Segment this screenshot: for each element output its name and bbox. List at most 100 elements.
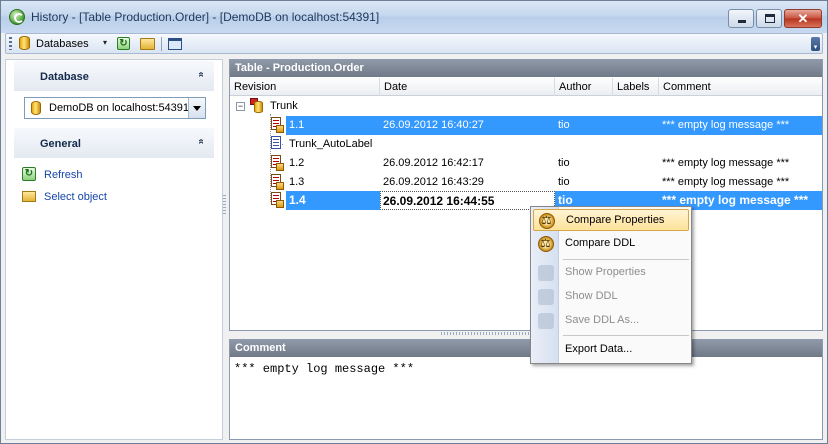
title-bar[interactable]: History - [Table Production.Order] - [De… — [1, 1, 827, 33]
refresh-link-label[interactable]: Refresh — [44, 169, 83, 181]
revision-icon — [268, 174, 284, 190]
revision-cell: Trunk — [270, 100, 298, 112]
column-header-revision[interactable]: Revision — [230, 78, 380, 96]
menu-item-show-ddl: Show DDL — [533, 286, 689, 308]
table-row[interactable]: 1.2 26.09.2012 16:42:17 tio *** empty lo… — [230, 154, 822, 173]
menu-item-label: Export Data... — [565, 343, 633, 355]
author-cell: tio — [558, 193, 573, 207]
properties-icon — [538, 265, 554, 281]
table-row[interactable]: 26.09.2012 16:44:55 1.4 tio *** empty lo… — [230, 191, 822, 210]
refresh-icon: ↻ — [117, 37, 130, 50]
history-window: History - [Table Production.Order] - [De… — [0, 0, 828, 444]
menu-separator — [563, 335, 689, 336]
tree-row-trunk[interactable]: − Trunk — [230, 97, 822, 116]
refresh-icon: ↻ — [22, 167, 36, 181]
date-cell: 26.09.2012 16:43:29 — [383, 176, 484, 188]
trunk-icon — [249, 98, 265, 114]
database-icon — [19, 36, 31, 51]
menu-item-compare-ddl[interactable]: Compare DDL — [533, 233, 689, 255]
toolbar-overflow-button[interactable]: ▾ — [811, 37, 820, 51]
comment-cell: *** empty log message *** — [662, 119, 790, 131]
comment-cell: *** empty log message *** — [662, 176, 790, 188]
revision-cell: 1.4 — [289, 193, 306, 207]
menu-item-export-data[interactable]: Export Data... — [533, 339, 689, 361]
menu-item-label: Compare DDL — [565, 237, 636, 249]
vertical-splitter[interactable] — [223, 195, 226, 215]
column-header-author[interactable]: Author — [555, 78, 613, 96]
date-cell: 26.09.2012 16:40:27 — [383, 119, 484, 131]
author-cell: tio — [558, 119, 570, 131]
database-icon — [31, 101, 41, 115]
revision-icon — [268, 192, 284, 208]
toolbar: Databases ▾ ↻ ▾ — [5, 33, 823, 54]
menu-item-label: Show Properties — [565, 266, 646, 278]
label-icon — [268, 136, 284, 152]
database-select[interactable]: DemoDB on localhost:54391 — [24, 97, 206, 119]
minimize-icon — [738, 20, 746, 23]
revision-cell: 1.3 — [289, 176, 305, 188]
history-table-panel: Table - Production.Order Revision Date A… — [229, 59, 823, 331]
collapse-tree-icon[interactable]: − — [236, 102, 245, 111]
maximize-icon — [765, 14, 775, 23]
databases-menu-button[interactable]: Databases — [36, 38, 89, 50]
select-object-link-label[interactable]: Select object — [44, 191, 107, 203]
table-panel-title: Table - Production.Order — [230, 60, 822, 77]
folder-open-icon — [140, 38, 155, 50]
tree-row-label[interactable]: Trunk_AutoLabel — [230, 135, 822, 154]
general-section-header[interactable]: General » — [14, 128, 214, 158]
revision-cell: Trunk_AutoLabel — [289, 138, 373, 150]
table-row[interactable]: 1.3 26.09.2012 16:43:29 tio *** empty lo… — [230, 173, 822, 192]
context-menu: Compare Properties Compare DDL Show Prop… — [530, 206, 692, 364]
general-section-label: General — [40, 138, 81, 150]
ddl-icon — [538, 289, 554, 305]
toolbar-grip[interactable] — [9, 37, 12, 50]
comment-panel: Comment *** empty log message *** — [229, 339, 823, 440]
focused-cell[interactable]: 26.09.2012 16:44:55 — [380, 191, 555, 210]
chevron-down-icon[interactable]: ▾ — [103, 38, 107, 47]
revision-cell: 1.1 — [289, 119, 305, 131]
column-header-comment[interactable]: Comment — [659, 78, 823, 96]
history-app-icon — [9, 9, 25, 25]
comment-panel-title: Comment — [230, 340, 822, 357]
revision-icon — [268, 117, 284, 133]
save-icon — [538, 313, 554, 329]
toolbar-separator — [161, 37, 162, 51]
date-cell: 26.09.2012 16:42:17 — [383, 157, 484, 169]
window-icon — [168, 38, 182, 50]
maximize-button[interactable] — [756, 9, 782, 28]
date-cell: 26.09.2012 16:44:55 — [383, 194, 495, 208]
minimize-button[interactable] — [728, 9, 754, 28]
column-header-date[interactable]: Date — [380, 78, 555, 96]
window-list-toolbar-button[interactable] — [168, 36, 185, 52]
database-select-value: DemoDB on localhost:54391 — [49, 102, 190, 114]
comment-text[interactable]: *** empty log message *** — [234, 362, 414, 376]
navigation-panel: Database » DemoDB on localhost:54391 Gen… — [5, 59, 223, 440]
menu-item-show-properties: Show Properties — [533, 262, 689, 284]
author-cell: tio — [558, 176, 570, 188]
menu-item-label: Save DDL As... — [565, 314, 640, 326]
author-cell: tio — [558, 157, 570, 169]
menu-item-label: Compare Properties — [566, 214, 665, 226]
database-section-header[interactable]: Database » — [14, 61, 214, 91]
folder-open-icon — [22, 191, 36, 202]
close-icon: ✕ — [797, 11, 809, 26]
comment-cell: *** empty log message *** — [662, 193, 809, 207]
revision-cell: 1.2 — [289, 157, 305, 169]
grid-header: Revision Date Author Labels Comment — [230, 78, 822, 96]
collapse-chevron-icon[interactable]: » — [196, 72, 207, 78]
dropdown-arrow-icon[interactable] — [188, 98, 205, 118]
close-button[interactable]: ✕ — [784, 9, 822, 28]
table-row[interactable]: 1.1 26.09.2012 16:40:27 tio *** empty lo… — [230, 116, 822, 135]
menu-item-save-ddl-as: Save DDL As... — [533, 310, 689, 332]
refresh-toolbar-button[interactable]: ↻ — [116, 36, 133, 52]
menu-item-compare-properties[interactable]: Compare Properties — [533, 209, 689, 231]
column-header-labels[interactable]: Labels — [613, 78, 659, 96]
collapse-chevron-icon[interactable]: » — [196, 139, 207, 145]
horizontal-splitter[interactable] — [441, 332, 533, 335]
select-object-toolbar-button[interactable] — [140, 36, 157, 52]
comment-cell: *** empty log message *** — [662, 157, 790, 169]
compare-icon — [539, 213, 555, 229]
menu-separator — [563, 259, 689, 260]
revision-icon — [268, 155, 284, 171]
database-section-label: Database — [40, 71, 89, 83]
